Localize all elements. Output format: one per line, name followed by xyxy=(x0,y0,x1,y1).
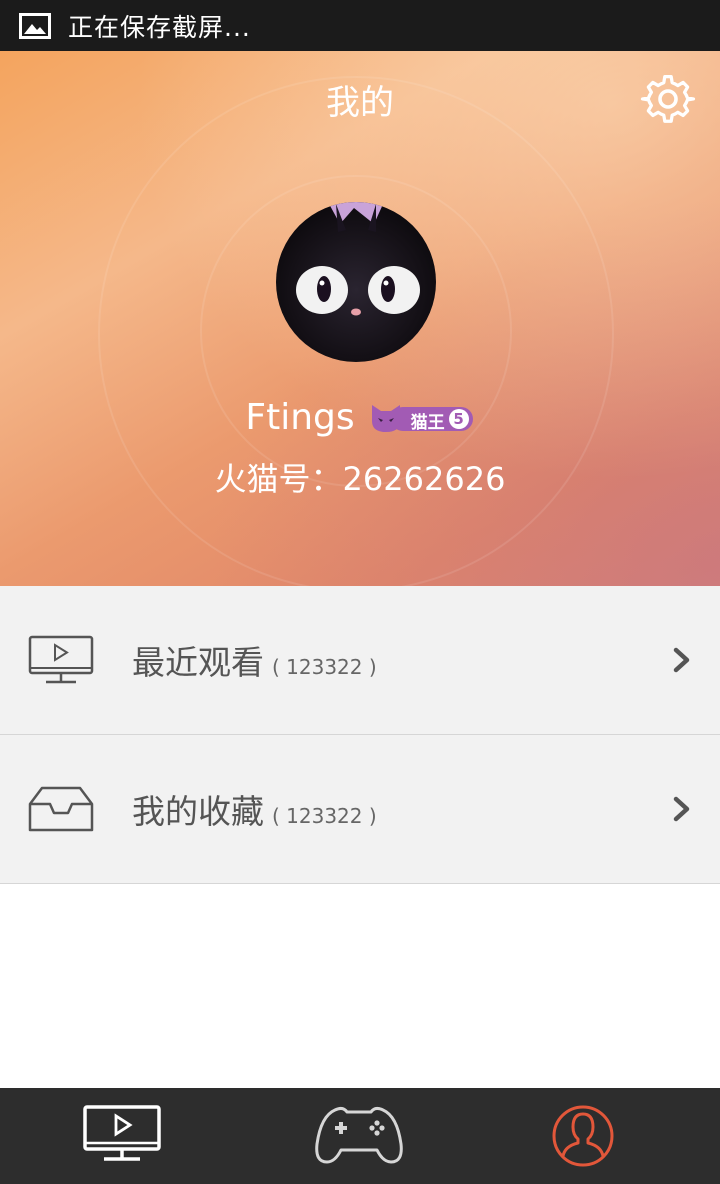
chevron-right-icon xyxy=(673,647,690,673)
avatar[interactable] xyxy=(276,202,436,362)
list-item-recent[interactable]: 最近观看 ( 123322 ) xyxy=(0,586,720,735)
badge-level: 5 xyxy=(448,408,469,429)
name-row: Ftings 猫王 5 xyxy=(0,397,720,438)
badge-label: 猫王 xyxy=(410,412,445,433)
monitor-play-icon xyxy=(28,635,94,684)
cat-head-icon xyxy=(371,404,400,432)
item-label-text: 我的收藏 xyxy=(132,792,264,831)
page-title: 我的 xyxy=(326,83,394,123)
item-label: 我的收藏 ( 123322 ) xyxy=(132,785,377,833)
item-label: 最近观看 ( 123322 ) xyxy=(132,636,377,684)
status-bar: 正在保存截屏... xyxy=(0,0,720,51)
profile-icon[interactable] xyxy=(551,1102,615,1170)
image-icon xyxy=(19,12,51,39)
username: Ftings xyxy=(245,397,355,438)
item-count: ( 123322 ) xyxy=(272,655,377,679)
gamepad-icon[interactable] xyxy=(313,1102,405,1170)
chevron-right-icon xyxy=(673,796,690,822)
inbox-tray-icon xyxy=(28,786,94,832)
status-text: 正在保存截屏... xyxy=(68,12,251,42)
level-badge: 猫王 5 xyxy=(369,401,475,435)
item-label-text: 最近观看 xyxy=(132,643,264,682)
menu-list: 最近观看 ( 123322 ) 我的收藏 ( 123322 ) xyxy=(0,586,720,884)
item-count: ( 123322 ) xyxy=(272,804,377,828)
tv-play-icon[interactable] xyxy=(82,1102,162,1170)
gear-icon[interactable] xyxy=(640,73,696,129)
bottom-nav xyxy=(0,1088,720,1184)
list-item-favorites[interactable]: 我的收藏 ( 123322 ) xyxy=(0,735,720,884)
user-id: 火猫号：26262626 xyxy=(214,460,506,498)
profile-header: 我的 Ftings 猫王 5 火猫号：26262626 xyxy=(0,51,720,586)
profile-screen: 正在保存截屏... 我的 Ftings 猫王 5 火猫号：26262626 最近… xyxy=(0,0,720,1184)
